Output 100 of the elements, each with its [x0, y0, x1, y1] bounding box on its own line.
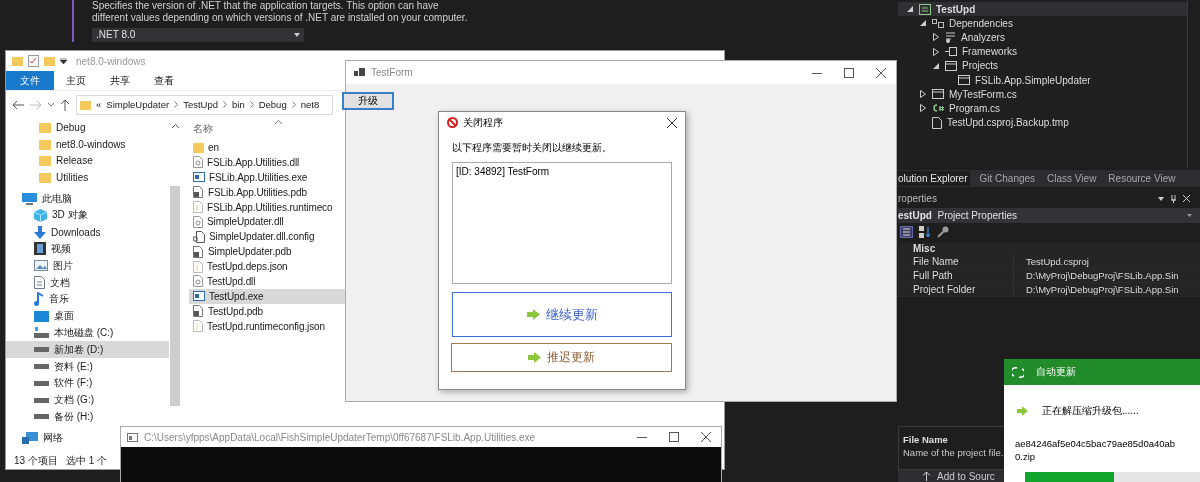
- ribbon-tab[interactable]: 共享: [98, 71, 142, 90]
- file-item[interactable]: FSLib.App.Utilities.runtimeco: [189, 199, 345, 215]
- tree-item[interactable]: Program.cs: [898, 101, 1187, 116]
- nav-item[interactable]: Release: [6, 152, 169, 170]
- process-item[interactable]: [ID: 34892] TestForm: [455, 165, 669, 178]
- property-value[interactable]: D:\MyProj\DebugProj\FSLib.App.Sin: [1014, 283, 1179, 296]
- column-header[interactable]: 名称: [193, 122, 213, 136]
- file-item[interactable]: SimpleUpdater.dll.config: [189, 229, 345, 245]
- window-icon: [932, 89, 944, 100]
- collapsed-icon[interactable]: [920, 104, 926, 113]
- nav-item[interactable]: 音乐: [6, 290, 169, 308]
- window-title: C:\Users\yfpps\AppData\Local\FishSimpleUpdaterTemp\0ff67687\FSLib.App.Utilities.exe: [144, 431, 537, 443]
- nav-item[interactable]: Utilities: [6, 169, 169, 187]
- framework-dropdown[interactable]: .NET 8.0: [92, 28, 304, 42]
- nav-item[interactable]: Downloads: [6, 223, 169, 241]
- config-file-icon: [193, 230, 205, 243]
- file-item[interactable]: TestUpd.exe: [189, 288, 345, 304]
- ribbon-tab[interactable]: 主页: [54, 71, 98, 90]
- scroll-up-icon[interactable]: [171, 124, 179, 128]
- panel-tab[interactable]: Class View: [1047, 171, 1100, 186]
- property-category: Misc: [898, 243, 1200, 255]
- nav-item[interactable]: 此电脑: [6, 190, 80, 207]
- tree-item[interactable]: Projects: [898, 58, 1187, 73]
- expanded-icon[interactable]: [920, 20, 926, 27]
- up-arrow-icon[interactable]: [60, 98, 70, 111]
- file-item[interactable]: TestUpd.deps.json: [189, 259, 345, 274]
- close-icon[interactable]: [876, 67, 886, 78]
- file-item[interactable]: FSLib.App.Utilities.pdb: [189, 184, 345, 200]
- nav-item[interactable]: net8.0-windows: [6, 135, 169, 153]
- nav-item[interactable]: 资料 (E:): [6, 358, 169, 375]
- breadcrumb[interactable]: Debug: [258, 99, 287, 110]
- panel-controls-icon[interactable]: [1158, 194, 1190, 203]
- nav-item[interactable]: 本地磁盘 (C:): [6, 324, 169, 342]
- dialog-title: 关闭程序: [463, 115, 504, 130]
- project-icon: [919, 3, 931, 15]
- option-description: different values depending on which versions of .NET are installed on your computer.: [92, 12, 468, 24]
- nav-item[interactable]: 3D 对象: [6, 207, 169, 224]
- breadcrumb[interactable]: SimpleUpdater: [106, 99, 170, 110]
- tree-item-label: Analyzers: [961, 31, 1005, 43]
- panel-tab[interactable]: Resource View: [1108, 171, 1179, 186]
- nav-item[interactable]: 文档: [6, 274, 169, 291]
- ribbon-tab[interactable]: 查看: [142, 71, 186, 90]
- nav-item[interactable]: 网络: [6, 429, 71, 447]
- categorized-icon[interactable]: [900, 226, 913, 238]
- close-icon[interactable]: [701, 432, 711, 442]
- nav-item[interactable]: 软件 (F:): [6, 374, 169, 392]
- address-bar[interactable]: « SimpleUpdater TestUpd bin Debug net8: [76, 94, 333, 115]
- nav-item[interactable]: 文档 (G:): [6, 391, 169, 409]
- breadcrumb[interactable]: bin: [232, 99, 245, 110]
- file-item[interactable]: en: [189, 140, 345, 155]
- chevron-icon: [291, 101, 296, 108]
- panel-tab[interactable]: Git Changes: [979, 171, 1039, 186]
- file-item[interactable]: SimpleUpdater.dll: [189, 214, 345, 230]
- object-dropdown[interactable]: estUpd Project Properties: [898, 208, 1200, 223]
- maximize-icon[interactable]: [844, 67, 854, 78]
- expanded-icon[interactable]: [933, 62, 939, 69]
- continue-update-button[interactable]: 继续更新: [452, 292, 672, 337]
- file-item[interactable]: TestUpd.runtimeconfig.json: [189, 318, 345, 334]
- tree-item[interactable]: Analyzers: [898, 30, 1187, 45]
- nav-item[interactable]: 视频: [6, 240, 169, 258]
- tree-item[interactable]: TestUpd: [898, 2, 1187, 17]
- tree-item[interactable]: Frameworks: [898, 44, 1187, 59]
- wrench-icon[interactable]: [937, 226, 949, 238]
- nav-item[interactable]: 图片: [6, 257, 169, 275]
- ribbon-tab[interactable]: 文件: [6, 71, 54, 90]
- upgrade-button[interactable]: 升级: [342, 92, 394, 110]
- tree-item[interactable]: Dependencies: [898, 16, 1187, 31]
- nav-item[interactable]: 桌面: [6, 307, 169, 325]
- drive-icon: [34, 380, 49, 386]
- close-icon[interactable]: [667, 117, 677, 128]
- caret-icon[interactable]: [60, 58, 67, 64]
- file-item[interactable]: FSLib.App.Utilities.dll: [189, 154, 345, 170]
- maximize-icon[interactable]: [669, 432, 679, 442]
- breadcrumb-overflow[interactable]: «: [96, 99, 102, 110]
- tree-item[interactable]: MyTestForm.cs: [898, 87, 1187, 102]
- tree-item[interactable]: TestUpd.csproj.Backup.tmp: [898, 115, 1187, 130]
- panel-tab[interactable]: olution Explorer: [898, 171, 971, 186]
- nav-item[interactable]: Debug: [6, 119, 169, 136]
- properties-icon[interactable]: [28, 55, 39, 67]
- sort-icon[interactable]: [919, 226, 931, 238]
- breadcrumb[interactable]: TestUpd: [183, 99, 218, 110]
- collapsed-icon[interactable]: [933, 33, 939, 42]
- nav-item[interactable]: 新加卷 (D:): [6, 341, 169, 359]
- file-item[interactable]: TestUpd.pdb: [189, 303, 345, 319]
- tree-item[interactable]: FSLib.App.SimpleUpdater: [898, 72, 1187, 88]
- nav-item[interactable]: 备份 (H:): [6, 408, 169, 426]
- back-icon[interactable]: [12, 99, 24, 110]
- collapsed-icon[interactable]: [933, 47, 939, 56]
- expanded-icon[interactable]: [907, 6, 913, 13]
- file-item[interactable]: SimpleUpdater.pdb: [189, 244, 345, 260]
- chevron-icon: [174, 101, 179, 108]
- collapsed-icon[interactable]: [920, 90, 926, 99]
- property-value[interactable]: TestUpd.csproj: [1014, 255, 1089, 268]
- file-item[interactable]: FSLib.App.Utilities.exe: [189, 169, 345, 185]
- breadcrumb[interactable]: net8: [300, 99, 320, 110]
- arrow-icon: [526, 309, 540, 320]
- property-value[interactable]: D:\MyProj\DebugProj\FSLib.App.Sin: [1014, 269, 1179, 282]
- defer-update-button[interactable]: 推迟更新: [451, 343, 672, 372]
- source-control-action[interactable]: Add to Sourc: [937, 470, 995, 482]
- file-item[interactable]: TestUpd.dll: [189, 274, 345, 289]
